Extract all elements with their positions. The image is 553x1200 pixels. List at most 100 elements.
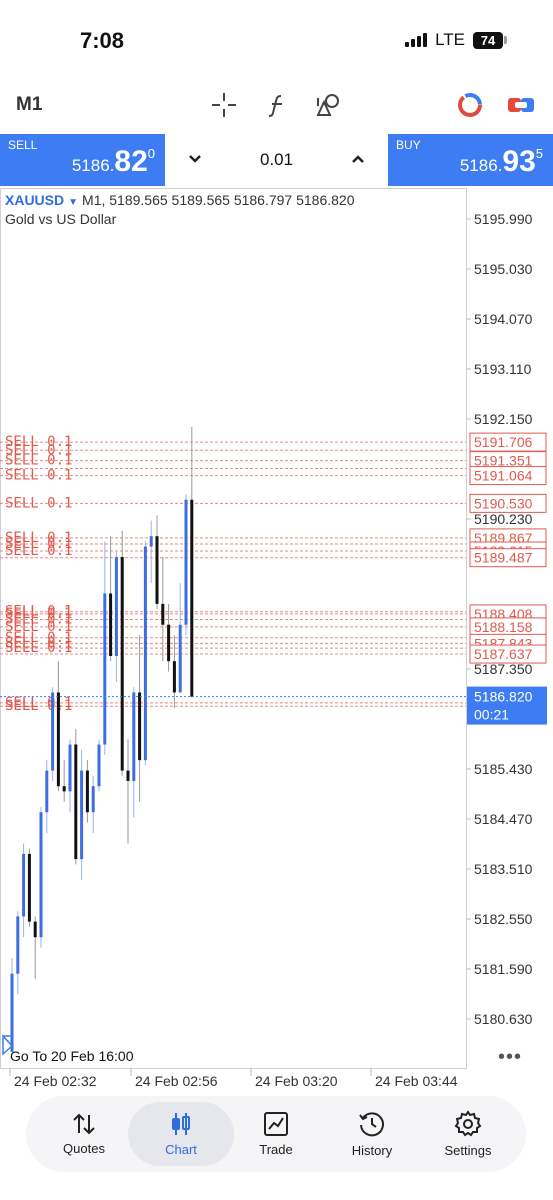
crosshair-icon[interactable]	[209, 90, 239, 120]
one-click-trading-icon[interactable]	[506, 90, 536, 120]
candle-body	[27, 853, 31, 922]
nav-settings[interactable]: Settings	[420, 1102, 516, 1166]
candle-body	[138, 692, 142, 761]
candle-body	[167, 624, 171, 662]
candle-body	[45, 770, 49, 813]
candle-body	[80, 770, 84, 860]
buy-price: 5186. 93 5	[460, 145, 543, 178]
candle-body	[51, 692, 55, 771]
bottom-nav: Quotes Chart Trade History Settings	[26, 1096, 526, 1172]
objects-icon[interactable]	[314, 90, 344, 120]
order-price-label: 5191.706	[474, 434, 533, 450]
candle-body	[91, 786, 95, 813]
y-tick-label: 5184.470	[474, 811, 533, 827]
y-tick-label: 5185.430	[474, 761, 533, 777]
candle-body	[155, 536, 159, 604]
bar-countdown-label: 00:21	[474, 707, 509, 723]
more-options-icon[interactable]: •••	[498, 1046, 522, 1069]
order-tag[interactable]: SELL 0.1	[5, 543, 72, 559]
y-tick-label: 5181.590	[474, 961, 533, 977]
candle-body	[62, 786, 66, 792]
y-tick-label: 5190.230	[474, 511, 533, 527]
function-icon[interactable]	[262, 90, 292, 120]
bid-price-label: 5186.820	[474, 689, 533, 705]
buy-button[interactable]: BUY 5186. 93 5	[388, 134, 553, 186]
chart-canvas[interactable]: 5195.990 5195.030 5194.070 5193.110 5192.150…	[0, 188, 553, 1100]
nav-label-chart: Chart	[165, 1142, 197, 1157]
nav-trade[interactable]: Trade	[228, 1102, 324, 1166]
volume-value[interactable]: 0.01	[260, 150, 293, 170]
buy-price-sup: 5	[535, 146, 543, 161]
goto-date-button[interactable]: Go To 20 Feb 16:00	[10, 1048, 134, 1064]
candle-body	[190, 499, 194, 697]
candle-body	[126, 770, 130, 781]
sell-button[interactable]: SELL 5186. 82 0	[0, 134, 165, 186]
nav-label-quotes: Quotes	[63, 1141, 105, 1156]
sell-price: 5186. 82 0	[71, 145, 155, 178]
nav-label-history: History	[351, 1143, 393, 1158]
y-tick-label: 5183.510	[474, 861, 533, 877]
y-tick-label: 5182.550	[474, 911, 533, 927]
buy-price-big: 93	[502, 145, 536, 178]
sell-price-big: 82	[114, 145, 148, 178]
trade-icon	[264, 1112, 288, 1136]
symbol-name[interactable]: XAUUSD	[5, 192, 64, 208]
y-tick-label: 5192.150	[474, 411, 533, 427]
status-bar: 7:08 LTE 74	[0, 0, 553, 80]
order-price-label: 5189.487	[474, 550, 533, 566]
history-icon	[359, 1112, 384, 1137]
candle-body	[10, 973, 14, 1052]
chart-settings-icon[interactable]	[455, 90, 485, 120]
increase-volume-button[interactable]	[351, 151, 365, 169]
candle-body	[184, 499, 188, 625]
candle-body	[22, 853, 26, 917]
y-tick-label: 5193.110	[474, 361, 532, 377]
symbol-description: Gold vs US Dollar	[5, 211, 117, 227]
candle-body	[39, 812, 43, 938]
battery-icon: 74	[473, 31, 507, 49]
y-tick-label: 5195.990	[474, 211, 533, 227]
status-indicators: LTE 74	[405, 30, 507, 50]
trade-panel: SELL 5186. 82 0 0.01 BUY 5186. 93 5	[0, 134, 553, 186]
price-chart[interactable]: 5195.990 5195.030 5194.070 5193.110 5192.150…	[0, 188, 553, 1100]
candle-body	[178, 624, 182, 693]
network-label: LTE	[435, 30, 465, 49]
y-tick-label: 5194.070	[474, 311, 533, 327]
order-tag[interactable]: SELL 0.1	[5, 640, 72, 656]
symbol-dropdown-icon[interactable]: ▼	[68, 197, 78, 208]
status-time: 7:08	[80, 28, 125, 53]
candle-body	[114, 557, 118, 656]
order-price-label: 5188.158	[474, 619, 533, 635]
signal-icon	[405, 33, 428, 47]
candle-body	[143, 546, 147, 761]
sell-label: SELL	[8, 138, 38, 152]
nav-chart[interactable]: Chart	[128, 1102, 234, 1166]
x-tick-label: 24 Feb 03:44	[375, 1073, 458, 1089]
order-price-label: 5191.064	[474, 468, 533, 484]
candle-body	[68, 744, 72, 792]
order-tag[interactable]: SELL 0.1	[5, 453, 72, 469]
order-tag[interactable]: SELL 0.1	[5, 698, 72, 714]
settings-icon	[454, 1110, 482, 1137]
candle-body	[161, 603, 165, 625]
quotes-icon	[73, 1113, 95, 1135]
nav-label-trade: Trade	[259, 1142, 293, 1157]
sell-price-small: 5186.	[71, 156, 115, 175]
volume-control: 0.01	[166, 134, 387, 186]
nav-history[interactable]: History	[324, 1102, 420, 1166]
candle-body	[97, 744, 101, 787]
candle-body	[16, 916, 20, 974]
chart-icon	[172, 1113, 190, 1135]
x-tick-label: 24 Feb 03:20	[255, 1073, 338, 1089]
candle-body	[149, 536, 153, 547]
decrease-volume-button[interactable]	[188, 151, 202, 169]
order-price-label: 5187.637	[474, 646, 533, 662]
candle-body	[56, 692, 60, 787]
x-tick-label: 24 Feb 02:32	[14, 1073, 97, 1089]
order-tag[interactable]: SELL 0.1	[5, 468, 72, 484]
order-price-label: 5190.530	[474, 495, 533, 511]
timeframe-button[interactable]: M1	[16, 94, 42, 116]
nav-quotes[interactable]: Quotes	[36, 1102, 132, 1166]
sell-price-sup: 0	[147, 146, 155, 161]
order-tag[interactable]: SELL 0.1	[5, 495, 72, 511]
